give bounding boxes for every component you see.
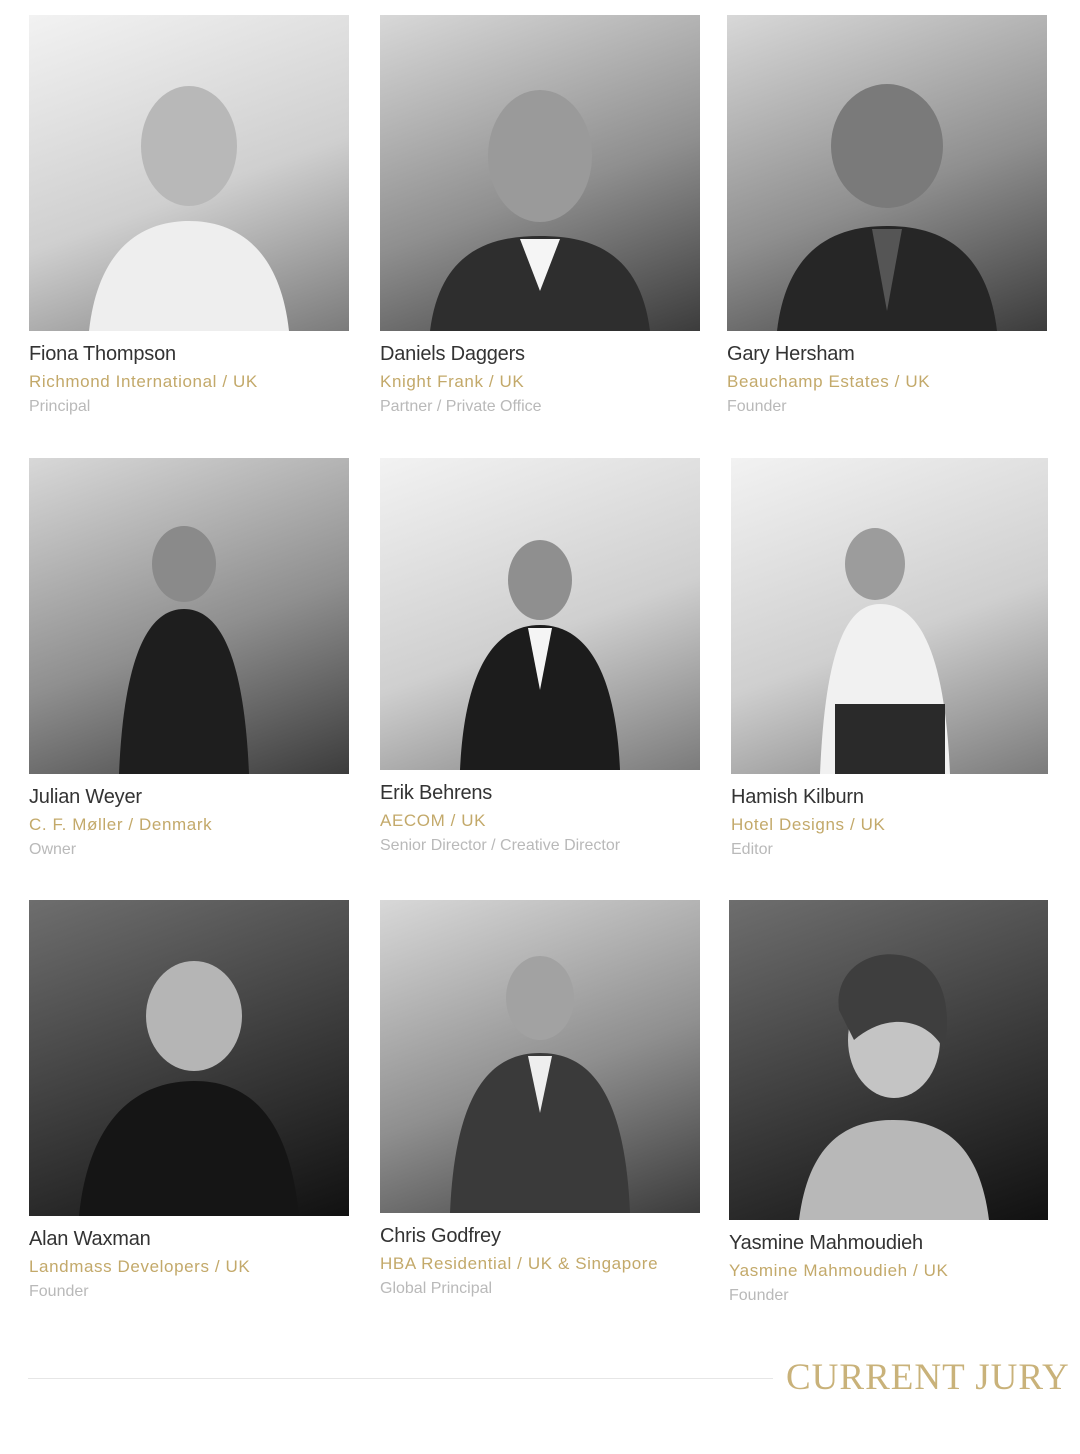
- jury-card: Gary Hersham Beauchamp Estates / UK Foun…: [727, 15, 1047, 416]
- jury-card: Yasmine Mahmoudieh Yasmine Mahmoudieh / …: [729, 900, 1048, 1305]
- jury-company: Hotel Designs / UK: [731, 815, 886, 834]
- jury-role: Global Principal: [380, 1280, 493, 1297]
- portrait-photo: [29, 15, 349, 331]
- jury-name: Chris Godfrey: [380, 1225, 501, 1247]
- person-silhouette-icon: [89, 86, 289, 331]
- person-silhouette-icon: [430, 90, 650, 331]
- jury-role: Editor: [731, 841, 773, 858]
- jury-name: Gary Hersham: [727, 343, 855, 365]
- portrait-photo: [380, 458, 700, 770]
- jury-role: Senior Director / Creative Director: [380, 837, 621, 854]
- jury-name: Daniels Daggers: [380, 343, 525, 365]
- person-silhouette-icon: [79, 961, 299, 1216]
- jury-card: Julian Weyer C. F. Møller / Denmark Owne…: [29, 458, 349, 859]
- jury-role: Principal: [29, 398, 91, 415]
- jury-role: Owner: [29, 841, 77, 858]
- jury-role: Founder: [29, 1283, 89, 1300]
- jury-name: Alan Waxman: [29, 1228, 151, 1250]
- portrait-photo: [29, 900, 349, 1216]
- jury-name: Yasmine Mahmoudieh: [729, 1232, 923, 1254]
- jury-card: Hamish Kilburn Hotel Designs / UK Editor: [731, 458, 1048, 859]
- jury-company: Yasmine Mahmoudieh / UK: [729, 1261, 949, 1280]
- jury-card: Erik Behrens AECOM / UK Senior Director …: [380, 458, 700, 855]
- portrait-photo: [729, 900, 1048, 1220]
- person-silhouette-icon: [460, 540, 620, 770]
- jury-name: Julian Weyer: [29, 786, 142, 808]
- person-silhouette-icon: [450, 956, 630, 1213]
- person-silhouette-icon: [819, 528, 950, 774]
- jury-role: Founder: [729, 1287, 789, 1304]
- jury-card: Fiona Thompson Richmond International / …: [29, 15, 349, 416]
- person-silhouette-icon: [119, 526, 249, 774]
- section-title: CURRENT JURY: [786, 1357, 1070, 1398]
- jury-company: C. F. Møller / Denmark: [29, 815, 213, 834]
- jury-company: Knight Frank / UK: [380, 372, 525, 391]
- jury-card: Alan Waxman Landmass Developers / UK Fou…: [29, 900, 349, 1301]
- portrait-photo: [731, 458, 1048, 774]
- jury-name: Fiona Thompson: [29, 343, 176, 365]
- footer-divider: [28, 1378, 773, 1379]
- jury-company: Beauchamp Estates / UK: [727, 372, 931, 391]
- jury-card: Chris Godfrey HBA Residential / UK & Sin…: [380, 900, 700, 1298]
- portrait-photo: [380, 900, 700, 1213]
- jury-company: AECOM / UK: [380, 811, 487, 830]
- jury-name: Hamish Kilburn: [731, 786, 864, 808]
- person-silhouette-icon: [777, 84, 997, 331]
- jury-role: Founder: [727, 398, 787, 415]
- jury-company: Landmass Developers / UK: [29, 1257, 251, 1276]
- jury-role: Partner / Private Office: [380, 398, 542, 415]
- jury-name: Erik Behrens: [380, 782, 493, 804]
- jury-card: Daniels Daggers Knight Frank / UK Partne…: [380, 15, 700, 416]
- jury-company: HBA Residential / UK & Singapore: [380, 1254, 659, 1273]
- portrait-photo: [380, 15, 700, 331]
- portrait-photo: [29, 458, 349, 774]
- portrait-photo: [727, 15, 1047, 331]
- person-silhouette-icon: [798, 954, 989, 1220]
- jury-company: Richmond International / UK: [29, 372, 258, 391]
